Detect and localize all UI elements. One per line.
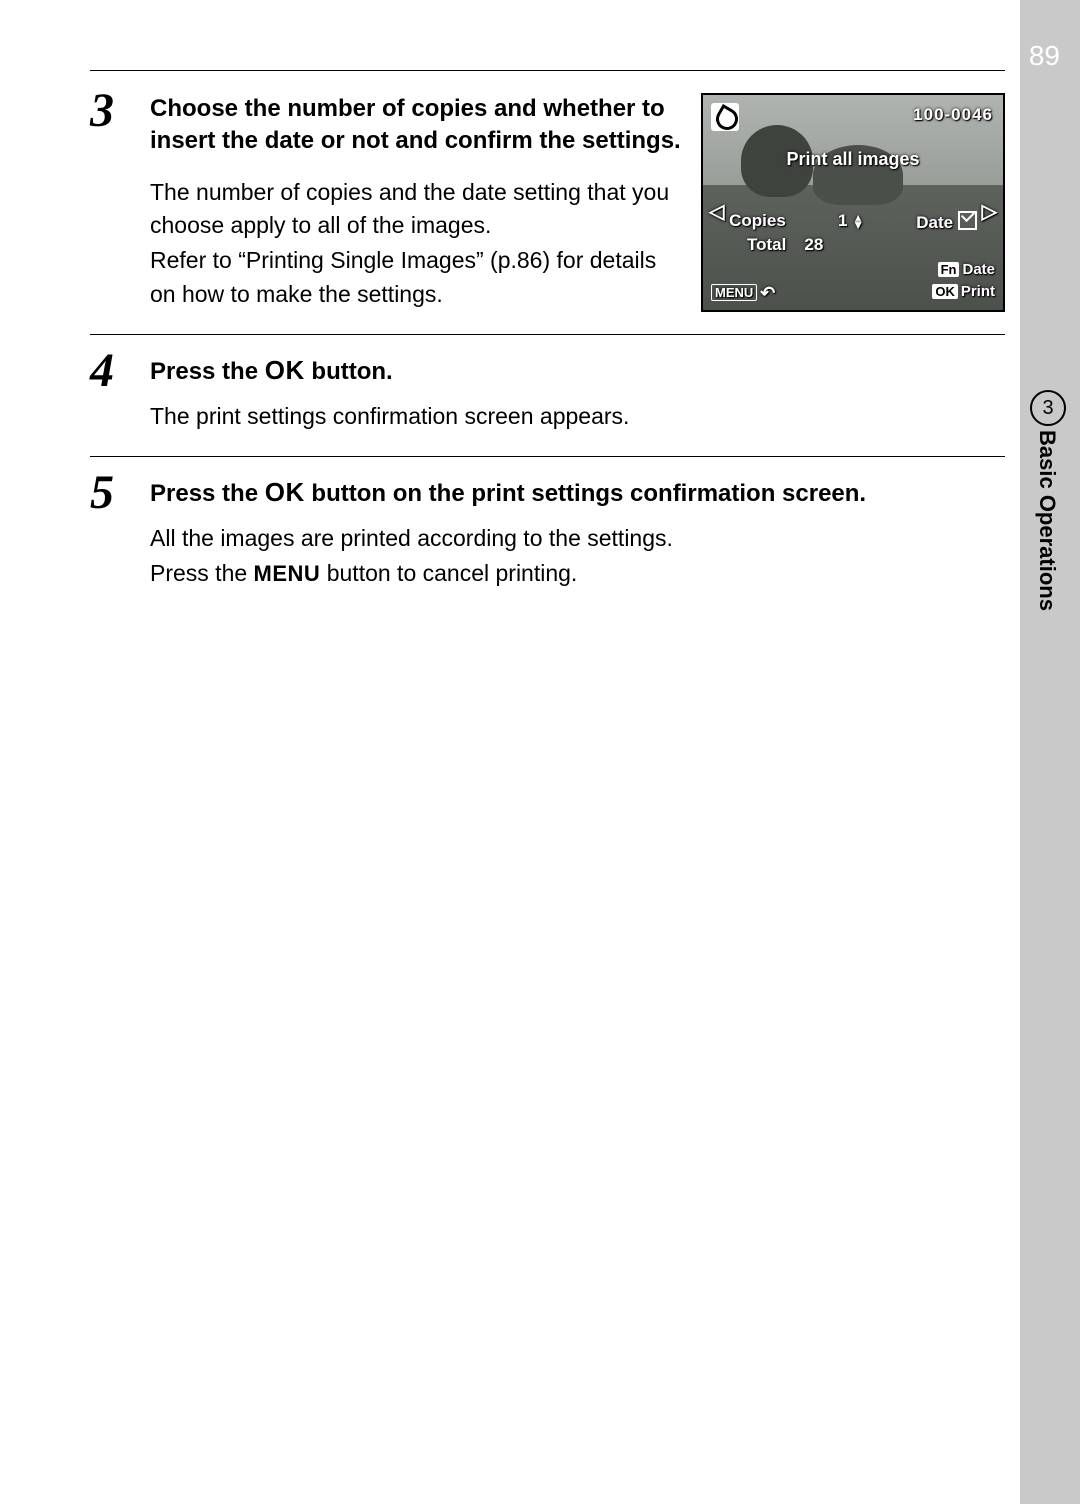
manual-page: 89 3 Basic Operations 3 Choose the numbe… <box>0 0 1080 1504</box>
fn-chip: Fn <box>938 262 960 277</box>
step-paragraph: Press the MENU button to cancel printing… <box>150 557 1005 590</box>
copies-value: 1 <box>838 211 847 230</box>
chapter-label: Basic Operations <box>1034 430 1060 611</box>
print-mode-banner: Print all images <box>703 149 1003 170</box>
step-paragraph: All the images are printed according to … <box>150 522 1005 555</box>
step-number: 4 <box>90 349 150 392</box>
page-number: 89 <box>1029 40 1060 72</box>
step-3: 3 Choose the number of copies and whethe… <box>90 89 1005 312</box>
lcd-bottom-hints: MENU↶ OKPrint <box>711 283 995 304</box>
step-heading: Press the OK button. <box>150 353 1005 388</box>
step-paragraph: The number of copies and the date settin… <box>150 176 683 243</box>
lcd-settings-row-1: Copies 1 ▲ ▼ Date <box>703 211 1003 233</box>
step-number: 3 <box>90 89 150 132</box>
step-heading: Choose the number of copies and whether … <box>150 93 683 158</box>
step-heading: Press the OK button on the print setting… <box>150 475 1005 510</box>
menu-button-glyph: MENU <box>254 561 321 586</box>
ok-chip: OK <box>932 284 958 299</box>
camera-lcd-preview: 100-0046 Print all images ◁ ▷ Copies 1 ▲… <box>701 93 1005 312</box>
step-paragraph: Refer to “Printing Single Images” (p.86)… <box>150 244 683 311</box>
side-tab: 89 3 Basic Operations <box>1020 0 1080 1504</box>
lcd-fn-hint: FnDate <box>938 261 995 278</box>
total-value: 28 <box>804 235 823 255</box>
step-5: 5 Press the OK button on the print setti… <box>90 471 1005 591</box>
folder-frame-number: 100-0046 <box>913 105 993 125</box>
menu-hint: MENU↶ <box>711 283 775 304</box>
date-group: Date <box>916 211 977 233</box>
pictbridge-icon <box>711 103 739 131</box>
step-number: 5 <box>90 471 150 514</box>
page-content: 3 Choose the number of copies and whethe… <box>90 70 1005 599</box>
step-paragraph: The print settings confirmation screen a… <box>150 400 1005 433</box>
date-checkbox-icon <box>958 211 977 230</box>
step-separator <box>90 334 1005 335</box>
ok-button-glyph: OK <box>265 477 305 507</box>
step-separator <box>90 456 1005 457</box>
ok-hint: OKPrint <box>932 283 995 304</box>
ok-button-glyph: OK <box>265 355 305 385</box>
spinner-icon: ▲ ▼ <box>852 215 864 228</box>
ok-hint-label: Print <box>961 283 995 300</box>
menu-chip: MENU <box>711 284 757 301</box>
total-label: Total <box>747 235 786 255</box>
return-icon: ↶ <box>760 283 775 304</box>
top-rule <box>90 70 1005 71</box>
chapter-number-badge: 3 <box>1030 390 1066 426</box>
copies-label: Copies <box>729 211 786 233</box>
date-label: Date <box>916 213 953 232</box>
copies-value-group: 1 ▲ ▼ <box>838 211 864 233</box>
step-4: 4 Press the OK button. The print setting… <box>90 349 1005 434</box>
lcd-settings-row-2: Total 28 <box>703 235 1003 255</box>
fn-hint-label: Date <box>962 261 995 278</box>
